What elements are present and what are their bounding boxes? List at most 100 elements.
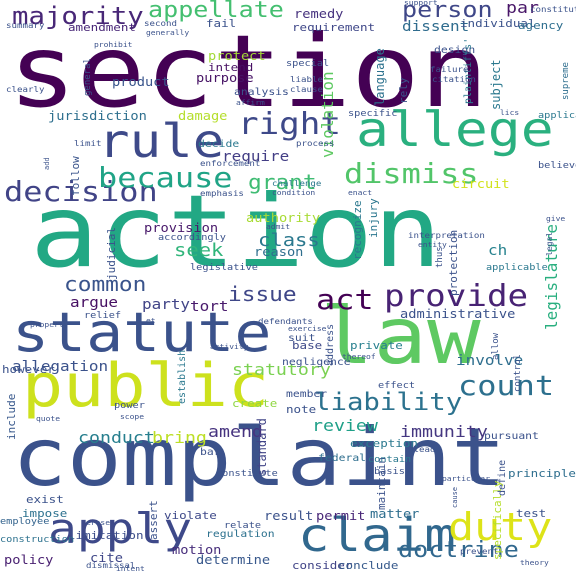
word-analysis: decide	[198, 139, 240, 150]
word-prevent: citation	[432, 75, 476, 84]
word-thus: summary	[6, 21, 45, 30]
word-count: count	[458, 369, 555, 402]
word-remedy: remedy	[294, 7, 344, 21]
word-note: standard	[255, 418, 269, 476]
word-general: specific	[348, 109, 398, 119]
word-federal: pursuant	[484, 431, 539, 442]
word-because: because	[98, 161, 233, 194]
word-member: federal	[318, 453, 367, 464]
word-assert: violate	[164, 509, 217, 522]
word-conclude: conclude	[338, 559, 399, 572]
word-erase: quote	[36, 415, 61, 423]
word-constitutional: support	[404, 0, 438, 7]
word-intend: agency	[518, 19, 564, 32]
word-issue: issue	[228, 282, 297, 306]
word-liability: liability	[314, 388, 463, 416]
word-limitation: limitation	[68, 529, 144, 542]
word-challenge: thus	[435, 246, 445, 268]
word-limit: clearly	[6, 85, 45, 94]
word-enforcement: emphasis	[200, 189, 244, 198]
word-give: lics	[500, 109, 520, 117]
word-address: member	[286, 389, 328, 400]
word-test: principle	[508, 467, 576, 480]
word-interpretation: enact	[348, 189, 373, 197]
word-cloud: section action complaint law statute pub…	[0, 0, 576, 576]
word-allow: applicable	[486, 263, 548, 273]
word-defendants: cause	[451, 486, 459, 508]
word-policy: policy	[4, 553, 54, 567]
word-review: review	[312, 416, 378, 435]
word-suit: bar	[200, 447, 221, 458]
word-tort: tort	[190, 299, 229, 315]
word-lics: relate	[224, 521, 262, 531]
word-individual: requirement	[292, 21, 376, 34]
word-mean: give	[546, 215, 566, 223]
word-include: private	[350, 339, 403, 352]
word-plead: entity	[418, 241, 447, 249]
word-result: result	[264, 509, 314, 523]
word-prohibit: admit	[266, 223, 291, 231]
word-product: product	[112, 75, 170, 89]
word-design: analysis	[234, 87, 289, 98]
word-language: language	[373, 48, 387, 106]
word-second: clause	[290, 85, 323, 94]
word-reason: reason	[254, 245, 304, 259]
word-define: negligence	[282, 357, 351, 368]
word-act: act	[316, 283, 374, 316]
word-enact: thereof	[342, 353, 376, 361]
word-exercise: effect	[378, 381, 416, 391]
word-summary: second	[144, 19, 177, 28]
word-applicable: control	[513, 354, 523, 392]
word-principle: assert	[147, 500, 160, 540]
word-condition: intent	[116, 565, 145, 573]
word-constitute: exercise	[288, 325, 327, 333]
word-failure: legislative	[190, 263, 258, 273]
word-bar: create	[232, 397, 278, 410]
word-bring: bring	[152, 428, 207, 447]
word-legislative: challenge	[272, 179, 322, 188]
word-generally: affirm	[236, 99, 265, 107]
word-judicial: follow	[69, 156, 82, 196]
word-jurisdiction: jurisdiction	[48, 109, 147, 123]
word-decide: address	[325, 323, 336, 366]
word-plaintiffs: rely	[397, 77, 410, 105]
word-fail: amendment	[68, 21, 136, 34]
word-relate: process	[296, 139, 335, 148]
word-maintain: construction	[0, 535, 75, 545]
word-subject: subject	[489, 59, 503, 110]
word-entity: interpretation	[408, 231, 485, 240]
word-accordingly: prevent	[460, 547, 499, 556]
word-activity: theory	[520, 559, 549, 567]
word-determine: determine	[196, 553, 271, 567]
word-liable: special	[286, 59, 330, 69]
word-injury: injury	[367, 198, 380, 238]
word-application: supreme	[561, 62, 571, 100]
word-clause: liable	[290, 75, 323, 84]
word-seek: seek	[174, 240, 224, 261]
word-power: contain	[368, 455, 412, 465]
word-permit: permit	[316, 509, 366, 523]
word-effect: power	[114, 401, 145, 411]
word-party: party	[142, 297, 191, 313]
word-recognize: recognize	[351, 200, 364, 260]
word-thereof: condition	[272, 189, 316, 197]
word-basis: relief	[84, 311, 122, 321]
word-damage: damage	[178, 109, 228, 123]
word-theory: add	[43, 157, 51, 170]
word-process: defendants	[258, 317, 313, 326]
word-control: accordingly	[158, 233, 226, 243]
word-standard: intend	[208, 61, 254, 74]
word-scope: erase	[86, 519, 111, 527]
word-property: generally	[146, 29, 190, 37]
word-specific: enforcement	[200, 159, 261, 168]
word-negligence: suit	[288, 333, 316, 344]
word-add: limit	[74, 139, 102, 148]
word-et: activity	[210, 343, 249, 351]
word-conduct: conduct	[78, 428, 155, 447]
word-special: constitutional	[530, 5, 576, 14]
word-ch: ch	[488, 243, 508, 259]
word-amendment: judicial	[105, 227, 118, 280]
word-clearly: property	[30, 321, 69, 329]
word-legal: basis	[374, 467, 405, 477]
word-relief: constitute	[216, 469, 278, 479]
